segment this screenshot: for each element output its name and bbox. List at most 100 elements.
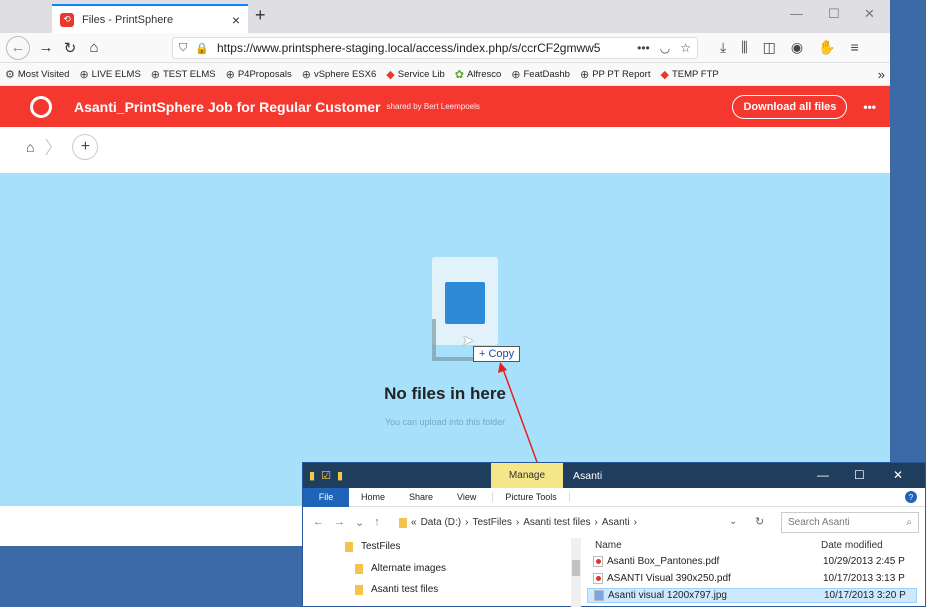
download-all-button[interactable]: Download all files bbox=[732, 94, 848, 119]
account-icon[interactable]: ◉ bbox=[791, 39, 803, 56]
close-icon[interactable]: × bbox=[232, 12, 240, 28]
navigation-pane: TestFiles Alternate images Asanti test f… bbox=[303, 538, 571, 607]
back-arrow-icon[interactable]: ← bbox=[6, 35, 30, 60]
bookmark-pp-pt-report[interactable]: ⊕ PP PT Report bbox=[580, 68, 650, 81]
tree-item-asanti-test-files[interactable]: Asanti test files bbox=[355, 584, 438, 595]
path-segment-asanti[interactable]: Asanti bbox=[602, 517, 630, 528]
properties-icon[interactable]: ☑ bbox=[321, 469, 331, 482]
downloads-icon[interactable]: ⤓ bbox=[720, 39, 726, 56]
bookmark-vsphere[interactable]: ⊕ vSphere ESX6 bbox=[302, 68, 377, 81]
pocket-icon[interactable]: ◡ bbox=[660, 41, 670, 55]
tab-files-printsphere[interactable]: ⟲ Files - PrintSphere × bbox=[52, 4, 248, 33]
path-segment-data[interactable]: Data (D:) bbox=[421, 517, 462, 528]
path-segment-asanti-test-files[interactable]: Asanti test files bbox=[523, 517, 590, 528]
image-file-icon bbox=[445, 282, 485, 324]
url-bar[interactable]: ⛉ 🔒 https://www.printsphere-staging.loca… bbox=[172, 37, 698, 59]
bookmarks-overflow-icon[interactable]: » bbox=[878, 67, 885, 82]
pdf-file-icon bbox=[593, 556, 603, 567]
globe-icon: ⊕ bbox=[579, 68, 590, 81]
address-bar: ← → ⌄ ↑ « Data (D:) › TestFiles › Asanti… bbox=[303, 507, 925, 538]
path-breadcrumb[interactable]: « Data (D:) › TestFiles › Asanti test fi… bbox=[399, 517, 637, 528]
window-close-icon[interactable]: ✕ bbox=[864, 6, 875, 22]
bookmark-live-elms[interactable]: ⊕ LIVE ELMS bbox=[79, 68, 140, 81]
up-arrow-icon[interactable]: ↑ bbox=[374, 516, 380, 529]
diamond-icon: ◆ bbox=[386, 68, 395, 81]
path-segment-testfiles[interactable]: TestFiles bbox=[472, 517, 511, 528]
shield-icon[interactable]: ⛉ bbox=[179, 42, 187, 55]
mouse-cursor-icon: ➤ bbox=[462, 332, 474, 348]
tree-item-alternate-images[interactable]: Alternate images bbox=[355, 563, 446, 574]
explorer-titlebar: ▮ ☑ ▮ Manage Asanti — ☐ ✕ bbox=[303, 463, 925, 488]
refresh-icon[interactable]: ↻ bbox=[755, 515, 764, 528]
bookmark-most-visited[interactable]: ⚙ Most Visited bbox=[5, 68, 69, 81]
printsphere-favicon-icon: ⟲ bbox=[60, 12, 74, 27]
folder-icon: ▮ bbox=[309, 470, 316, 482]
home-icon[interactable]: ⌂ bbox=[82, 36, 106, 60]
column-header-date[interactable]: Date modified bbox=[821, 540, 883, 551]
page-actions-icon[interactable]: ••• bbox=[637, 41, 650, 55]
address-dropdown-icon[interactable]: ⌄ bbox=[729, 516, 737, 527]
bookmark-temp-ftp[interactable]: ◆ TEMP FTP bbox=[660, 68, 718, 81]
navigation-scrollbar[interactable] bbox=[571, 538, 581, 607]
folder-icon bbox=[345, 541, 353, 552]
ribbon-tab-home[interactable]: Home bbox=[349, 492, 397, 502]
maximize-icon[interactable]: ☐ bbox=[828, 6, 840, 22]
url-text[interactable]: https://www.printsphere-staging.local/ac… bbox=[217, 41, 637, 55]
breadcrumb-separator: 〉 bbox=[44, 138, 63, 158]
toolbar-icons: ⤓ ⫼ ◫ ◉ ✋ ≡ bbox=[720, 39, 859, 56]
maximize-icon[interactable]: ☐ bbox=[854, 468, 865, 482]
bookmark-alfresco[interactable]: ✿ Alfresco bbox=[455, 68, 502, 81]
forward-arrow-icon[interactable]: → bbox=[334, 516, 345, 529]
minimize-icon[interactable]: — bbox=[790, 6, 803, 21]
explorer-title: Asanti bbox=[573, 469, 603, 482]
ribbon-tab-picture-tools[interactable]: Picture Tools bbox=[492, 492, 570, 502]
menu-icon[interactable]: ≡ bbox=[851, 39, 859, 56]
more-actions-button[interactable]: ••• bbox=[863, 100, 876, 114]
search-icon: ⌕ bbox=[906, 517, 912, 528]
help-icon[interactable]: ? bbox=[905, 491, 917, 503]
globe-icon: ⊕ bbox=[301, 68, 311, 81]
bookmark-service-lib[interactable]: ◆ Service Lib bbox=[386, 68, 444, 81]
bookmark-test-elms[interactable]: ⊕ TEST ELMS bbox=[151, 68, 216, 81]
new-folder-icon[interactable]: ▮ bbox=[337, 469, 343, 482]
image-file-icon bbox=[594, 590, 604, 601]
file-row-selected[interactable]: Asanti visual 1200x797.jpg 10/17/2013 3:… bbox=[587, 588, 917, 603]
home-folder-icon[interactable]: ⌂ bbox=[26, 139, 34, 155]
forward-arrow-icon[interactable]: → bbox=[34, 36, 58, 60]
empty-subtitle: You can upload into this folder bbox=[384, 417, 506, 427]
bookmark-featdashb[interactable]: ⊕ FeatDashb bbox=[511, 68, 570, 81]
gear-icon: ⚙ bbox=[5, 68, 15, 81]
tab-title: Files - PrintSphere bbox=[82, 13, 174, 26]
alfresco-icon: ✿ bbox=[454, 68, 464, 81]
ribbon-tabs: File Home Share View Picture Tools ? bbox=[303, 487, 925, 507]
file-row[interactable]: Asanti Box_Pantones.pdf 10/29/2013 2:45 … bbox=[587, 554, 917, 569]
recent-chevron-icon[interactable]: ⌄ bbox=[355, 516, 364, 529]
copy-tooltip: + Copy bbox=[473, 346, 521, 362]
manage-tab[interactable]: Manage bbox=[491, 463, 563, 488]
share-header: Asanti_PrintSphere Job for Regular Custo… bbox=[0, 86, 890, 127]
pdf-file-icon bbox=[593, 573, 603, 584]
minimize-icon[interactable]: — bbox=[817, 468, 829, 482]
ribbon-tab-share[interactable]: Share bbox=[397, 492, 445, 502]
back-arrow-icon[interactable]: ← bbox=[313, 516, 324, 529]
tab-strip: ⟲ Files - PrintSphere × + — ☐ ✕ bbox=[0, 0, 890, 33]
search-input[interactable]: Search Asanti ⌕ bbox=[781, 512, 919, 533]
extension-icon[interactable]: ✋ bbox=[818, 39, 835, 56]
new-tab-plus-icon[interactable]: + bbox=[255, 5, 266, 26]
bookmark-p4proposals[interactable]: ⊕ P4Proposals bbox=[226, 68, 292, 81]
add-button[interactable]: + bbox=[72, 134, 99, 160]
quick-access-toolbar: ▮ ☑ ▮ bbox=[303, 469, 343, 482]
ribbon-tab-view[interactable]: View bbox=[445, 492, 488, 502]
diamond-icon: ◆ bbox=[660, 68, 669, 81]
reload-icon[interactable]: ↻ bbox=[58, 36, 82, 60]
lock-warning-icon[interactable]: 🔒 bbox=[195, 42, 209, 55]
tree-item-testfiles[interactable]: TestFiles bbox=[345, 541, 400, 552]
sidebar-icon[interactable]: ◫ bbox=[763, 39, 776, 56]
close-icon[interactable]: ✕ bbox=[893, 468, 903, 482]
file-row[interactable]: ASANTI Visual 390x250.pdf 10/17/2013 3:1… bbox=[587, 571, 917, 586]
bookmark-star-icon[interactable]: ☆ bbox=[680, 41, 691, 55]
ribbon-tab-file[interactable]: File bbox=[303, 487, 349, 507]
column-header-name[interactable]: Name bbox=[595, 540, 622, 551]
globe-icon: ⊕ bbox=[511, 68, 521, 81]
library-icon[interactable]: ⫼ bbox=[741, 39, 747, 56]
